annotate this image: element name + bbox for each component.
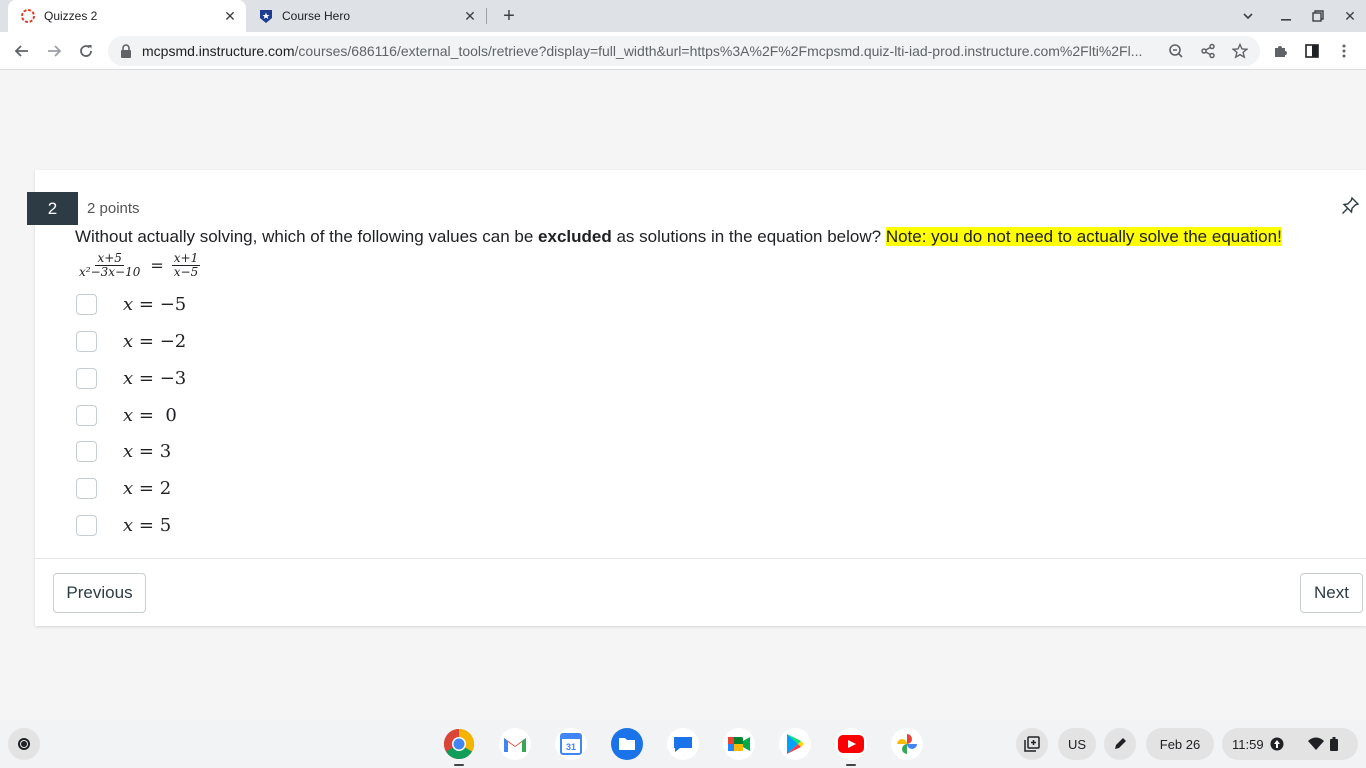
- option-label: x = 0: [123, 404, 177, 426]
- launcher-icon: [18, 738, 30, 750]
- emphasis-text: excluded: [538, 227, 612, 246]
- option-label: x = −2: [123, 330, 187, 352]
- next-button[interactable]: Next: [1300, 573, 1363, 613]
- answer-option[interactable]: x = 2: [76, 476, 171, 500]
- play-store-app-icon[interactable]: [779, 728, 811, 760]
- input-method-button[interactable]: US: [1058, 728, 1096, 760]
- pin-icon[interactable]: [1340, 196, 1360, 216]
- right-fraction: x+1 x−5: [171, 250, 201, 279]
- address-bar[interactable]: mcpsmd.instructure.com/courses/686116/ex…: [108, 36, 1260, 66]
- option-checkbox[interactable]: [76, 404, 97, 426]
- clipboard-tray-button[interactable]: [1016, 728, 1048, 760]
- left-fraction: x+5 x²−3x−10: [79, 250, 141, 279]
- page-content: 2 2 points Without actually solving, whi…: [0, 80, 1366, 720]
- status-tray[interactable]: 11:59: [1222, 728, 1358, 760]
- answer-option[interactable]: x = −3: [76, 366, 186, 390]
- svg-text:31: 31: [566, 742, 576, 752]
- calendar-app-icon[interactable]: 31: [555, 728, 587, 760]
- answer-option[interactable]: x = 0: [76, 403, 177, 427]
- option-label: x = −3: [123, 367, 187, 389]
- menu-kebab-icon[interactable]: [1332, 39, 1356, 63]
- option-label: x = 5: [123, 514, 172, 536]
- footer-divider: [35, 558, 1366, 559]
- option-checkbox[interactable]: [76, 367, 97, 389]
- answer-option[interactable]: x = −2: [76, 329, 186, 353]
- question-points: 2 points: [87, 200, 140, 217]
- answer-option[interactable]: x = 3: [76, 439, 171, 463]
- question-text: Without actually solving, which of the f…: [75, 227, 1282, 246]
- tab-quizzes[interactable]: Quizzes 2 ✕: [8, 0, 246, 32]
- close-window-icon[interactable]: ✕: [1338, 4, 1362, 28]
- option-label: x = 2: [123, 477, 172, 499]
- option-label: x = 3: [123, 440, 172, 462]
- running-indicator: [846, 764, 856, 766]
- browser-toolbar: mcpsmd.instructure.com/courses/686116/ex…: [0, 32, 1366, 70]
- battery-icon: [1329, 737, 1338, 751]
- tab-search-chevron-icon[interactable]: [1236, 4, 1260, 28]
- new-tab-icon[interactable]: +: [498, 5, 520, 27]
- extensions-puzzle-icon[interactable]: [1268, 39, 1292, 63]
- close-icon[interactable]: ✕: [220, 6, 240, 26]
- wifi-icon: [1307, 737, 1324, 751]
- chrome-app-icon[interactable]: [443, 728, 475, 760]
- running-indicator: [454, 764, 464, 766]
- tab-title: Course Hero: [282, 9, 351, 23]
- update-icon: [1270, 737, 1284, 751]
- option-checkbox[interactable]: [76, 293, 97, 315]
- reload-icon[interactable]: [74, 39, 98, 63]
- clock-time: 11:59: [1232, 736, 1264, 752]
- zoom-icon[interactable]: [1164, 39, 1188, 63]
- launcher-button[interactable]: [8, 728, 40, 760]
- date-button[interactable]: Feb 26: [1146, 728, 1214, 760]
- option-checkbox[interactable]: [76, 440, 97, 462]
- stylus-tools-button[interactable]: [1104, 728, 1136, 760]
- tab-separator: [486, 8, 487, 24]
- lock-icon[interactable]: [120, 44, 134, 58]
- option-checkbox[interactable]: [76, 514, 97, 536]
- gmail-app-icon[interactable]: [499, 728, 531, 760]
- forward-arrow-icon[interactable]: [42, 39, 66, 63]
- highlighted-note: Note: you do not need to actually solve …: [885, 227, 1282, 246]
- course-hero-logo-icon: [258, 8, 274, 24]
- tab-strip: Quizzes 2 ✕ Course Hero ✕ + ✕: [0, 0, 1366, 32]
- share-icon[interactable]: [1196, 39, 1220, 63]
- url-text: mcpsmd.instructure.com/courses/686116/ex…: [142, 43, 1142, 59]
- answer-option[interactable]: x = 5: [76, 513, 171, 537]
- messages-app-icon[interactable]: [667, 728, 699, 760]
- youtube-app-icon[interactable]: [835, 728, 867, 760]
- option-label: x = −5: [123, 293, 187, 315]
- files-app-icon[interactable]: [611, 728, 643, 760]
- back-arrow-icon[interactable]: [10, 39, 34, 63]
- equation: x+5 x²−3x−10 = x+1 x−5: [79, 250, 201, 279]
- question-card: 2 2 points Without actually solving, whi…: [27, 170, 1366, 626]
- option-checkbox[interactable]: [76, 330, 97, 352]
- os-shelf: 31 US Feb 26 11:59: [0, 720, 1366, 768]
- tab-course-hero[interactable]: Course Hero ✕: [250, 0, 486, 32]
- answer-option[interactable]: x = −5: [76, 292, 186, 316]
- option-checkbox[interactable]: [76, 477, 97, 499]
- photos-app-icon[interactable]: [891, 728, 923, 760]
- side-panel-icon[interactable]: [1300, 39, 1324, 63]
- previous-button[interactable]: Previous: [53, 573, 146, 613]
- close-icon[interactable]: ✕: [460, 6, 480, 26]
- tab-title: Quizzes 2: [44, 9, 98, 23]
- meet-app-icon[interactable]: [723, 728, 755, 760]
- restore-icon[interactable]: [1306, 4, 1330, 28]
- canvas-logo-icon: [20, 8, 36, 24]
- question-number: 2: [27, 192, 78, 225]
- bookmark-star-icon[interactable]: [1228, 39, 1252, 63]
- minimize-icon[interactable]: [1274, 4, 1298, 28]
